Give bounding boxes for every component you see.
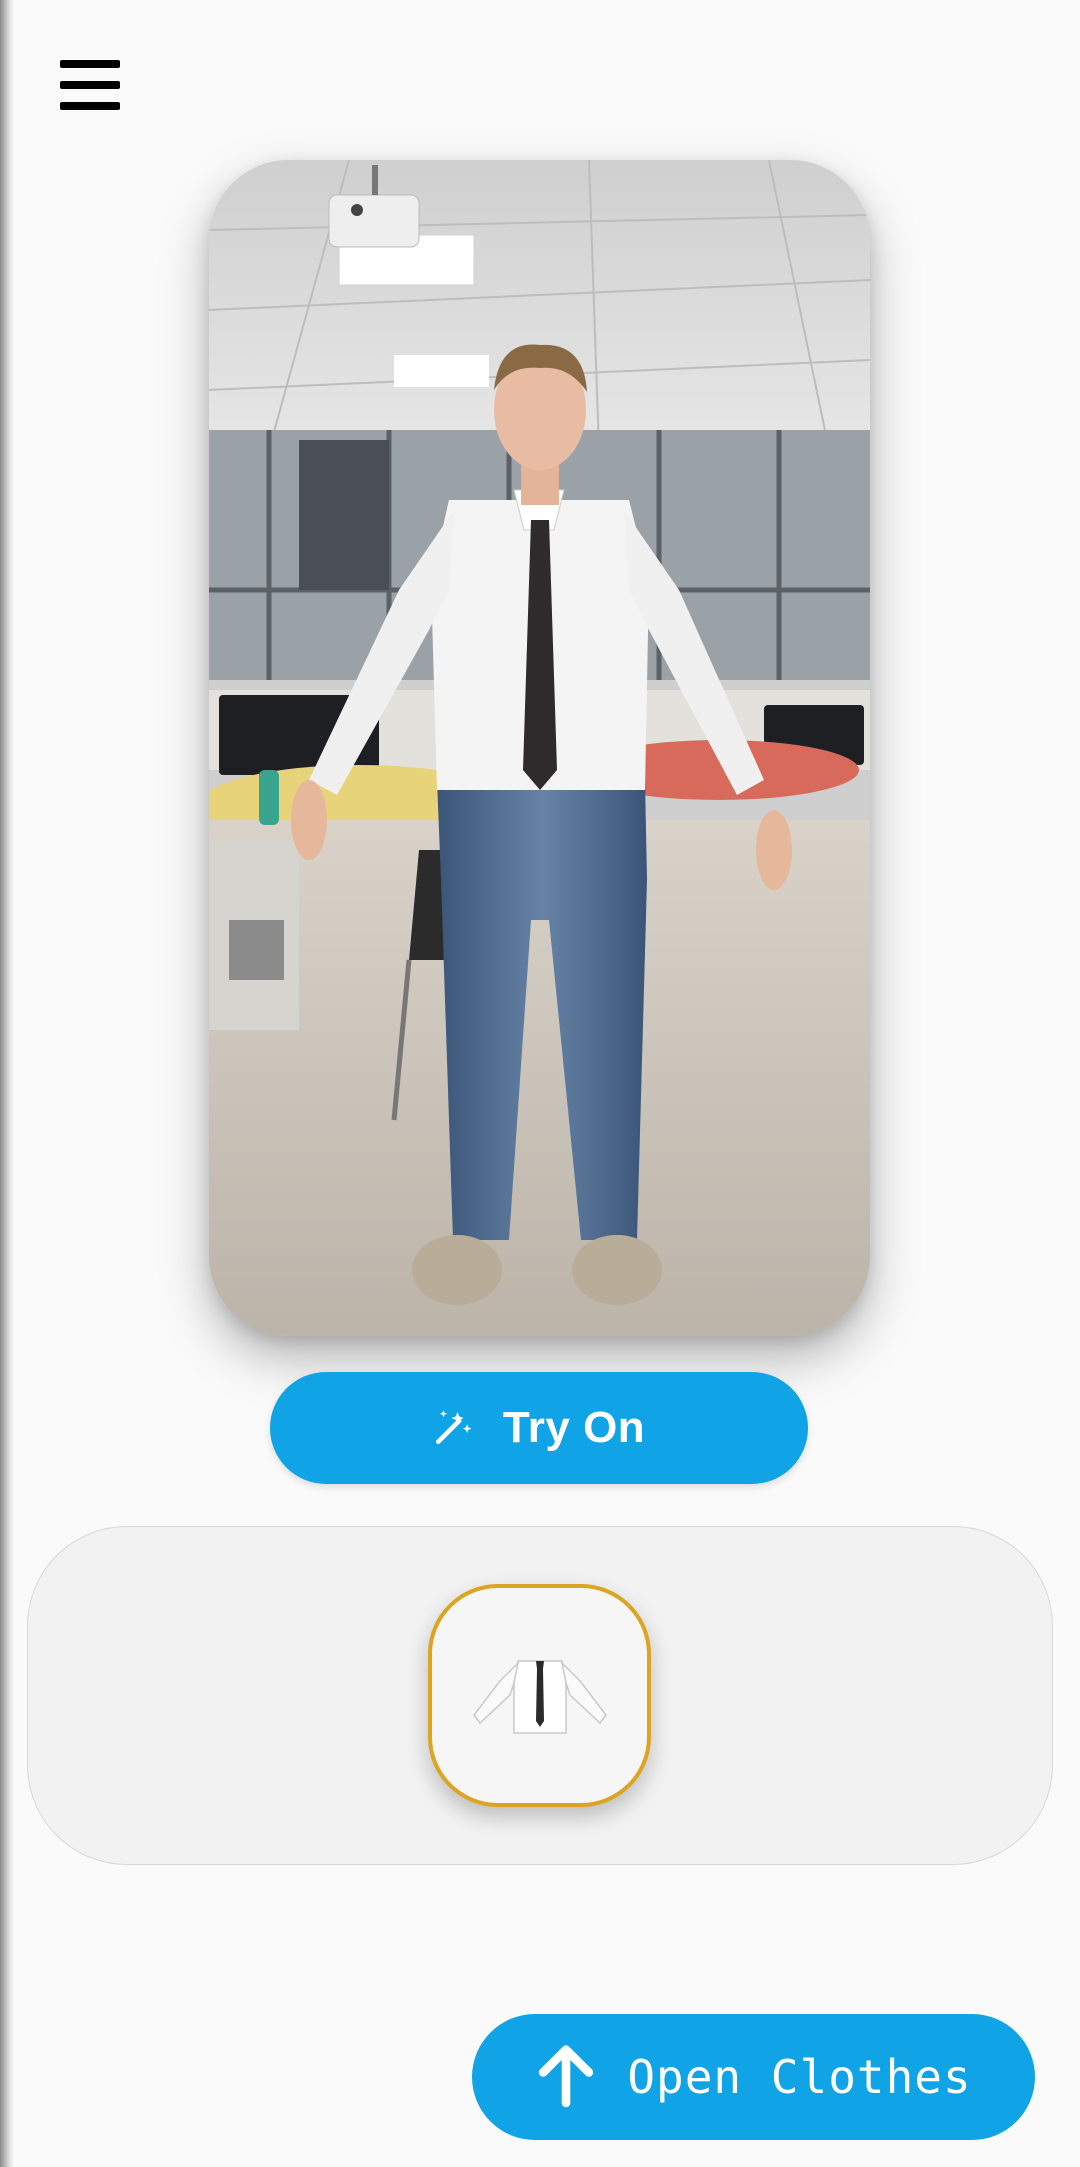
edge-shadow xyxy=(0,0,14,2167)
garment-item-selected[interactable] xyxy=(428,1584,651,1807)
app-screen: Try On Open Clothes xyxy=(0,0,1080,2167)
try-on-label: Try On xyxy=(502,1403,646,1452)
hamburger-menu-icon[interactable] xyxy=(50,50,130,120)
try-on-button[interactable]: Try On xyxy=(270,1372,808,1484)
magic-wand-icon xyxy=(433,1405,475,1452)
arrow-up-icon xyxy=(535,2042,597,2113)
open-clothes-label: Open Clothes xyxy=(627,2050,972,2104)
person-photo xyxy=(209,160,870,1336)
open-clothes-button[interactable]: Open Clothes xyxy=(472,2014,1035,2140)
white-shirt-with-tie xyxy=(472,1659,607,1734)
